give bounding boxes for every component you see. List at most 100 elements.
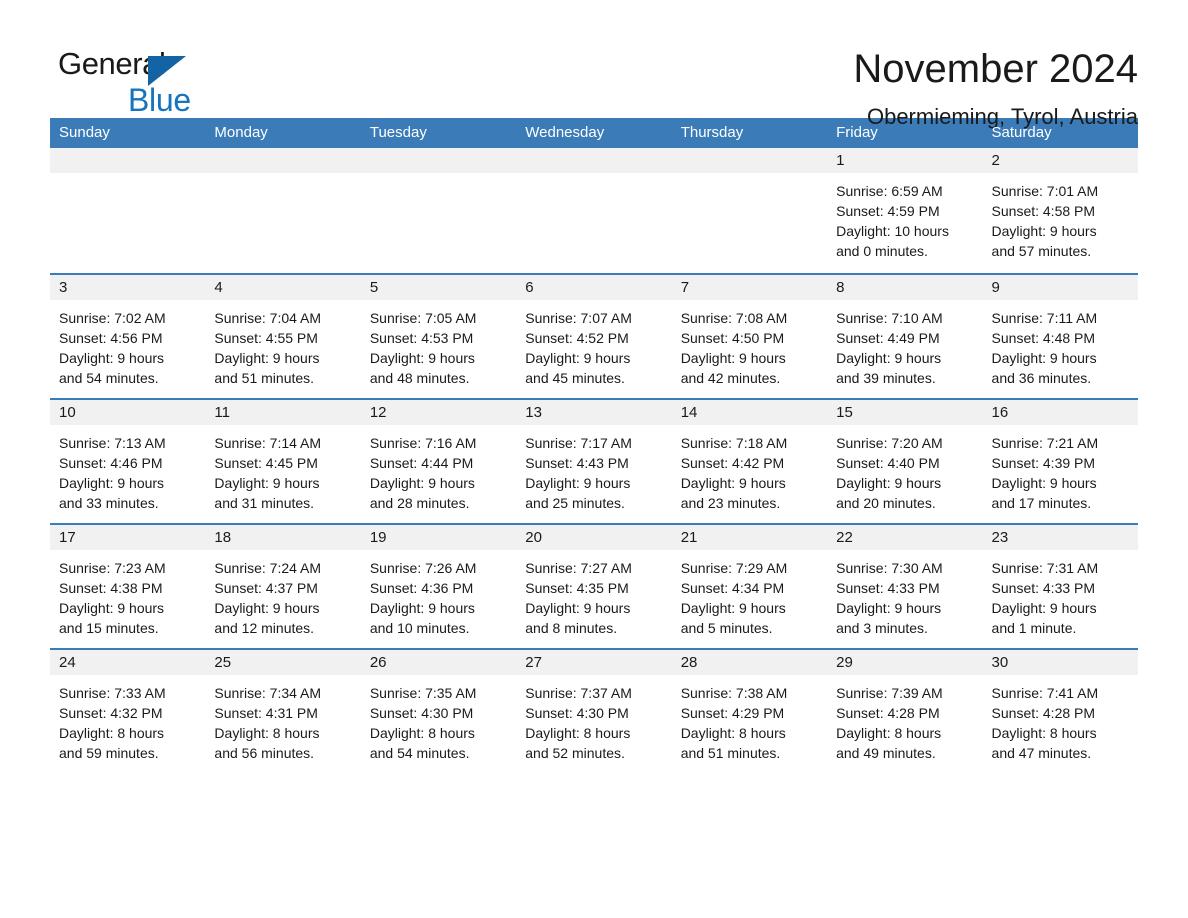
day-cell[interactable]: 24 Sunrise: 7:33 AM Sunset: 4:32 PM Dayligh… [50, 650, 206, 773]
day-number: 13 [516, 400, 672, 425]
day-cell[interactable]: 20 Sunrise: 7:27 AM Sunset: 4:35 PM Dayligh… [516, 525, 672, 648]
day-detail-line: Sunrise: 7:26 AM [369, 560, 477, 576]
day-detail-line: Daylight: 9 hours [369, 600, 475, 616]
calendar-weeks: 1 Sunrise: 6:59 AM Sunset: 4:59 PM Daylight… [50, 148, 1138, 773]
day-detail-line: Sunset: 4:44 PM [369, 455, 474, 471]
day-detail-line: Daylight: 9 hours [59, 600, 165, 616]
day-cell[interactable]: 3 Sunrise: 7:02 AM Sunset: 4:56 PM Daylight… [50, 275, 206, 398]
day-detail-line: Sunset: 4:30 PM [525, 705, 629, 721]
day-details: Sunrise: 7:21 AM Sunset: 4:39 PM Daylight:… [983, 425, 1138, 523]
day-detail-line: and 47 minutes. [991, 745, 1092, 761]
day-detail-line: Sunrise: 7:01 AM [991, 183, 1099, 199]
day-details [50, 173, 205, 273]
day-cell[interactable]: 4 Sunrise: 7:04 AM Sunset: 4:55 PM Daylight… [205, 275, 361, 398]
day-detail-line: Sunset: 4:45 PM [214, 455, 318, 471]
day-cell[interactable]: 5 Sunrise: 7:05 AM Sunset: 4:53 PM Daylight… [360, 275, 517, 398]
day-detail-line: Sunset: 4:55 PM [214, 330, 318, 346]
day-detail-line: Sunrise: 7:37 AM [525, 685, 632, 701]
day-detail-line: Sunrise: 7:23 AM [59, 560, 166, 576]
day-cell[interactable]: 13 Sunrise: 7:17 AM Sunset: 4:43 PM Dayligh… [516, 400, 672, 523]
day-number: 17 [50, 525, 206, 550]
day-cell[interactable]: 15 Sunrise: 7:20 AM Sunset: 4:40 PM Dayligh… [827, 400, 983, 523]
day-detail-line: and 42 minutes. [680, 370, 781, 386]
day-details [205, 173, 360, 273]
day-detail-line: Sunset: 4:52 PM [525, 330, 629, 346]
day-cell[interactable]: 11 Sunrise: 7:14 AM Sunset: 4:45 PM Dayligh… [205, 400, 361, 523]
day-detail-line: and 31 minutes. [214, 495, 315, 511]
day-cell[interactable]: 30 Sunrise: 7:41 AM Sunset: 4:28 PM Dayligh… [982, 650, 1138, 773]
day-details: Sunrise: 7:04 AM Sunset: 4:55 PM Daylight:… [205, 300, 360, 398]
day-cell[interactable]: 28 Sunrise: 7:38 AM Sunset: 4:29 PM Dayligh… [671, 650, 828, 773]
day-cell[interactable]: 27 Sunrise: 7:37 AM Sunset: 4:30 PM Dayligh… [516, 650, 672, 773]
day-cell[interactable]: 6 Sunrise: 7:07 AM Sunset: 4:52 PM Daylight… [516, 275, 672, 398]
day-cell[interactable]: 19 Sunrise: 7:26 AM Sunset: 4:36 PM Dayligh… [360, 525, 517, 648]
day-detail-line: Sunset: 4:50 PM [680, 330, 785, 346]
day-cell[interactable]: 23 Sunrise: 7:31 AM Sunset: 4:33 PM Dayligh… [982, 525, 1138, 648]
day-details: Sunrise: 7:16 AM Sunset: 4:44 PM Daylight:… [361, 425, 516, 523]
day-detail-line: Sunset: 4:28 PM [836, 705, 940, 721]
day-detail-line: Sunset: 4:49 PM [836, 330, 940, 346]
day-detail-line: Sunrise: 7:21 AM [991, 435, 1099, 451]
day-cell[interactable]: 1 Sunrise: 6:59 AM Sunset: 4:59 PM Daylight… [827, 148, 983, 273]
day-details: Sunrise: 7:34 AM Sunset: 4:31 PM Daylight:… [205, 675, 360, 773]
day-detail-line: Daylight: 9 hours [214, 350, 320, 366]
day-detail-line: Daylight: 9 hours [525, 350, 631, 366]
day-detail-line: Sunrise: 7:18 AM [680, 435, 788, 451]
day-detail-line: Sunrise: 7:08 AM [680, 310, 788, 326]
day-details: Sunrise: 7:27 AM Sunset: 4:35 PM Daylight:… [516, 550, 671, 648]
day-detail-line: Sunset: 4:33 PM [836, 580, 940, 596]
day-cell[interactable]: 10 Sunrise: 7:13 AM Sunset: 4:46 PM Dayligh… [50, 400, 206, 523]
day-cell-empty [360, 148, 517, 273]
day-detail-line: Daylight: 9 hours [991, 350, 1097, 366]
week-row: 24 Sunrise: 7:33 AM Sunset: 4:32 PM Dayligh… [50, 648, 1138, 773]
weekday-header-wednesday: Wednesday [525, 124, 605, 141]
day-cell-empty [516, 148, 672, 273]
day-cell[interactable]: 21 Sunrise: 7:29 AM Sunset: 4:34 PM Dayligh… [671, 525, 828, 648]
weekday-header-saturday: Saturday [991, 124, 1052, 141]
day-number: 29 [827, 650, 983, 675]
day-detail-line: Sunrise: 6:59 AM [836, 183, 943, 199]
day-cell[interactable]: 7 Sunrise: 7:08 AM Sunset: 4:50 PM Daylight… [671, 275, 828, 398]
day-number: 21 [671, 525, 828, 550]
day-detail-line: and 59 minutes. [59, 745, 159, 761]
day-detail-line: Sunrise: 7:17 AM [525, 435, 632, 451]
day-cell[interactable]: 29 Sunrise: 7:39 AM Sunset: 4:28 PM Dayligh… [827, 650, 983, 773]
day-cell[interactable]: 25 Sunrise: 7:34 AM Sunset: 4:31 PM Dayligh… [205, 650, 361, 773]
day-detail-line: Daylight: 8 hours [525, 725, 631, 741]
day-details: Sunrise: 7:11 AM Sunset: 4:48 PM Daylight:… [983, 300, 1138, 398]
day-cell[interactable]: 12 Sunrise: 7:16 AM Sunset: 4:44 PM Dayligh… [360, 400, 517, 523]
day-detail-line: and 56 minutes. [214, 745, 315, 761]
day-cell[interactable]: 16 Sunrise: 7:21 AM Sunset: 4:39 PM Dayligh… [982, 400, 1138, 523]
day-details: Sunrise: 7:07 AM Sunset: 4:52 PM Daylight:… [516, 300, 671, 398]
day-number: 3 [50, 275, 206, 300]
day-cell[interactable]: 17 Sunrise: 7:23 AM Sunset: 4:38 PM Dayligh… [50, 525, 206, 648]
day-number: 14 [671, 400, 828, 425]
day-detail-line: Daylight: 9 hours [369, 350, 475, 366]
day-detail-line: Daylight: 9 hours [680, 475, 786, 491]
day-number: 5 [360, 275, 517, 300]
general-blue-logo[interactable]: General Blue [50, 46, 200, 122]
day-detail-line: and 39 minutes. [836, 370, 936, 386]
day-cell[interactable]: 2 Sunrise: 7:01 AM Sunset: 4:58 PM Daylight… [982, 148, 1138, 273]
day-number: 18 [205, 525, 361, 550]
day-detail-line: Sunset: 4:30 PM [369, 705, 474, 721]
day-detail-line: Daylight: 9 hours [991, 223, 1097, 239]
day-details: Sunrise: 7:41 AM Sunset: 4:28 PM Daylight:… [983, 675, 1138, 773]
day-detail-line: Sunset: 4:31 PM [214, 705, 318, 721]
day-cell[interactable]: 8 Sunrise: 7:10 AM Sunset: 4:49 PM Daylight… [827, 275, 983, 398]
day-detail-line: Sunset: 4:33 PM [991, 580, 1096, 596]
day-cell[interactable]: 9 Sunrise: 7:11 AM Sunset: 4:48 PM Daylight… [982, 275, 1138, 398]
page-title: November 2024 [853, 47, 1138, 91]
day-cell[interactable]: 26 Sunrise: 7:35 AM Sunset: 4:30 PM Dayligh… [360, 650, 517, 773]
day-detail-line: and 15 minutes. [59, 620, 159, 636]
logo-text-blue: Blue [128, 82, 191, 118]
day-cell[interactable]: 18 Sunrise: 7:24 AM Sunset: 4:37 PM Dayligh… [205, 525, 361, 648]
day-detail-line: Sunset: 4:43 PM [525, 455, 629, 471]
day-detail-line: Sunset: 4:42 PM [680, 455, 785, 471]
day-details: Sunrise: 7:35 AM Sunset: 4:30 PM Daylight:… [361, 675, 516, 773]
day-cell[interactable]: 22 Sunrise: 7:30 AM Sunset: 4:33 PM Dayligh… [827, 525, 983, 648]
day-cell[interactable]: 14 Sunrise: 7:18 AM Sunset: 4:42 PM Dayligh… [671, 400, 828, 523]
day-detail-line: Daylight: 8 hours [214, 725, 320, 741]
day-detail-line: Daylight: 9 hours [369, 475, 475, 491]
week-row: 1 Sunrise: 6:59 AM Sunset: 4:59 PM Daylight… [50, 148, 1138, 273]
